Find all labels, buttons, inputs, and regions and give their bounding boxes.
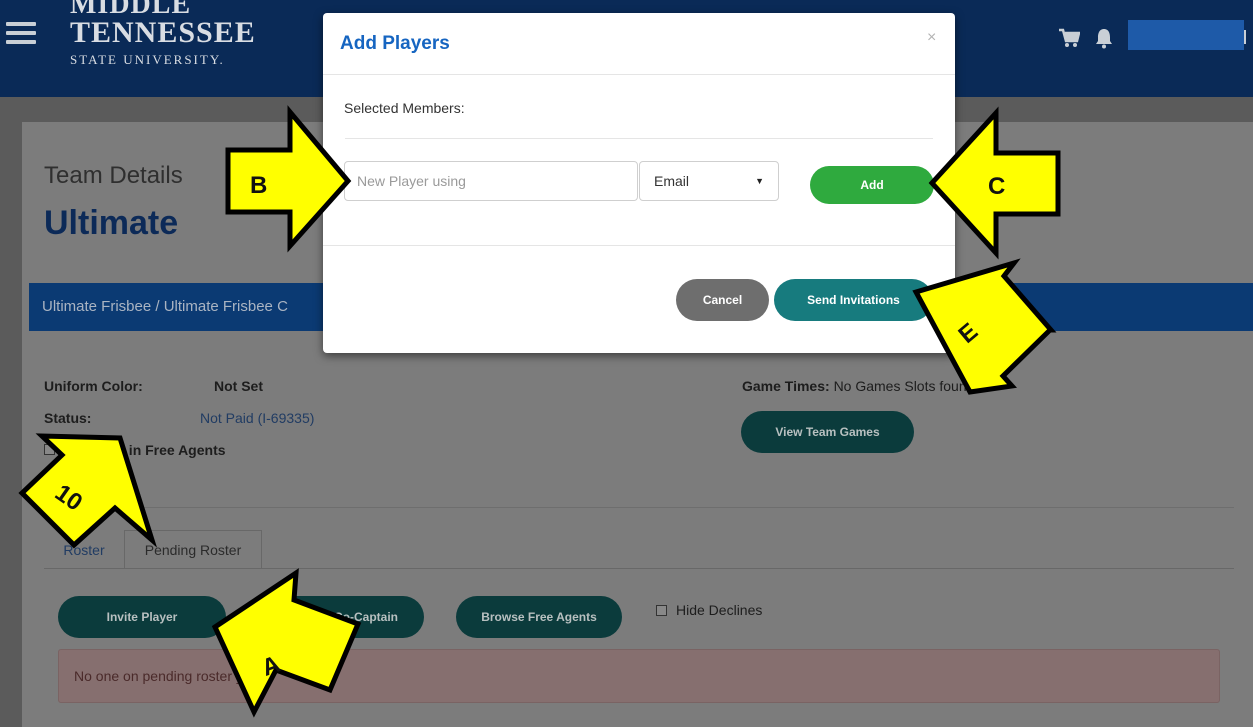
invite-method-value: Email: [654, 173, 690, 189]
bell-icon[interactable]: [1094, 27, 1114, 49]
team-name: Ultimate: [44, 204, 179, 242]
game-times: Game Times: No Games Slots found: [742, 378, 974, 394]
user-menu[interactable]: [1128, 20, 1244, 50]
user-menu-edge: [1244, 30, 1246, 44]
university-logo[interactable]: MIDDLE TENNESSEE STATE UNIVERSITY.: [70, 0, 256, 68]
invite-method-select[interactable]: Email ▼: [639, 161, 779, 201]
modal-footer-divider: [323, 245, 955, 246]
menu-icon[interactable]: [6, 22, 36, 46]
new-player-input[interactable]: [344, 161, 638, 201]
add-players-modal: Add Players × Selected Members: Email ▼ …: [323, 13, 955, 353]
game-times-value: No Games Slots found: [833, 378, 975, 394]
send-invitations-button[interactable]: Send Invitations: [774, 279, 933, 321]
view-team-games-button[interactable]: View Team Games: [741, 411, 914, 453]
logo-line-2: TENNESSEE: [70, 16, 256, 49]
status-label: Status:: [44, 410, 92, 426]
tabs-baseline: [44, 568, 1234, 569]
cart-icon[interactable]: [1058, 28, 1080, 48]
invite-player-button[interactable]: Invite Player: [58, 596, 226, 638]
hide-declines-label: Hide Declines: [676, 602, 763, 618]
uniform-color-value: Not Set: [214, 378, 263, 394]
team-details-heading: Team Details: [44, 162, 183, 189]
free-agents-label: Interested in Free Agents: [58, 442, 226, 458]
members-divider: [345, 138, 933, 139]
add-button[interactable]: Add: [810, 166, 934, 204]
game-times-label: Game Times:: [742, 378, 830, 394]
close-icon[interactable]: ×: [927, 29, 936, 47]
logo-line-3: STATE UNIVERSITY.: [70, 52, 225, 67]
modal-title: Add Players: [340, 33, 450, 54]
breadcrumb[interactable]: Ultimate Frisbee / Ultimate Frisbee C: [42, 298, 288, 315]
tab-roster[interactable]: Roster: [44, 530, 124, 569]
browse-free-agents-button[interactable]: Browse Free Agents: [456, 596, 622, 638]
tab-pending-roster[interactable]: Pending Roster: [124, 530, 262, 569]
pending-empty-text: No one on pending roster yet: [74, 668, 255, 684]
hide-declines-checkbox[interactable]: [656, 605, 667, 616]
free-agents-checkbox[interactable]: [44, 444, 55, 455]
modal-header-divider: [323, 74, 955, 75]
chevron-down-icon: ▼: [755, 176, 764, 186]
co-captain-button[interactable]: Co-Captain: [258, 596, 424, 638]
section-divider: [44, 507, 1234, 508]
uniform-color-label: Uniform Color:: [44, 378, 143, 394]
selected-members-label: Selected Members:: [344, 100, 465, 116]
cancel-button[interactable]: Cancel: [676, 279, 769, 321]
status-value-link[interactable]: Not Paid (I-69335): [200, 410, 314, 426]
